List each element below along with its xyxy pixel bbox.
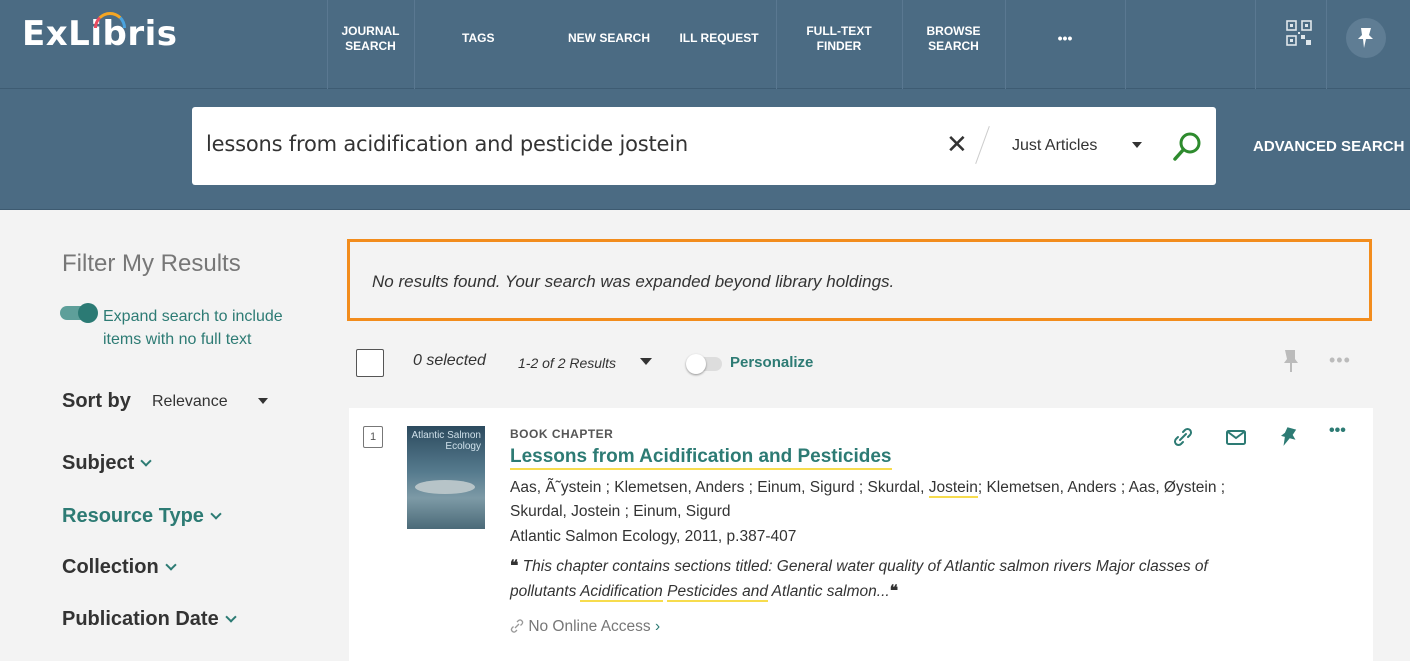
facet-publication-date[interactable]: Publication Date	[62, 608, 237, 631]
search-scope-select[interactable]: Just Articles	[1012, 137, 1097, 155]
nav-journal-search[interactable]: JOURNAL SEARCH	[327, 0, 414, 89]
nav-divider	[1125, 0, 1126, 89]
nav-new-search[interactable]: NEW SEARCH	[556, 0, 662, 89]
toggle-knob	[78, 303, 98, 323]
select-all-checkbox[interactable]	[356, 349, 384, 377]
nav-ill-request[interactable]: ILL REQUEST	[662, 0, 776, 89]
pin-icon	[1358, 28, 1373, 48]
search-icon[interactable]	[1172, 131, 1202, 163]
toggle-knob	[686, 354, 706, 374]
more-options-icon[interactable]: •••	[1329, 350, 1351, 371]
result-source: Atlantic Salmon Ecology, 2011, p.387-407	[510, 528, 797, 545]
filter-title: Filter My Results	[62, 250, 241, 277]
facet-collection[interactable]: Collection	[62, 556, 177, 579]
search-divider	[975, 126, 990, 164]
nav-full-text-finder[interactable]: FULL-TEXT FINDER	[776, 0, 902, 89]
resource-type-label: BOOK CHAPTER	[510, 427, 614, 441]
personalize-toggle[interactable]	[686, 354, 722, 374]
qr-code-icon[interactable]	[1286, 20, 1312, 46]
expand-search-toggle[interactable]	[60, 303, 98, 323]
book-cover-thumbnail[interactable]: Atlantic Salmon Ecology	[407, 426, 485, 529]
sort-by-label: Sort by	[62, 390, 131, 412]
no-results-notice: No results found. Your search was expand…	[347, 239, 1372, 321]
chevron-down-icon	[225, 611, 237, 623]
caret-down-icon[interactable]	[640, 358, 652, 365]
chevron-down-icon	[140, 455, 152, 467]
results-count[interactable]: 1-2 of 2 Results	[518, 355, 616, 371]
personalize-label[interactable]: Personalize	[730, 354, 813, 371]
result-authors: Aas, Ã˜ystein ; Klemetsen, Anders ; Einu…	[510, 479, 1226, 520]
fish-illustration	[415, 480, 475, 494]
result-snippet: ❝ This chapter contains sections titled:…	[510, 558, 1208, 602]
expand-search-label-line2[interactable]: items with no full text	[103, 331, 252, 349]
top-navigation-bar: ExLibris JOURNAL SEARCH TAGS NEW SEARCH I…	[0, 0, 1410, 89]
email-icon[interactable]	[1225, 426, 1247, 448]
expand-search-label[interactable]: Expand search to include	[103, 304, 283, 330]
search-band: lessons from acidification and pesticide…	[0, 89, 1410, 210]
sort-select[interactable]: Relevance	[152, 393, 228, 411]
pin-icon[interactable]	[1280, 348, 1300, 374]
pin-icon[interactable]	[1278, 426, 1300, 448]
search-input[interactable]: lessons from acidification and pesticide…	[206, 132, 688, 156]
nav-more-button[interactable]: •••	[1005, 0, 1125, 89]
caret-down-icon[interactable]	[1132, 142, 1142, 148]
search-box[interactable]: lessons from acidification and pesticide…	[192, 107, 1216, 185]
result-number: 1	[363, 426, 383, 448]
facet-subject[interactable]: Subject	[62, 452, 152, 475]
pinned-items-button[interactable]	[1346, 18, 1386, 58]
permalink-icon[interactable]	[1172, 426, 1194, 448]
facet-resource-type[interactable]: Resource Type	[62, 505, 222, 528]
nav-browse-search[interactable]: BROWSE SEARCH	[902, 0, 1005, 89]
online-access-link[interactable]: No Online Access ›	[510, 618, 660, 636]
advanced-search-link[interactable]: ADVANCED SEARCH	[1253, 138, 1404, 155]
chevron-right-icon: ›	[654, 618, 661, 635]
nav-tags[interactable]: TAGS	[414, 0, 556, 89]
chevron-down-icon	[165, 559, 177, 571]
notice-text: No results found. Your search was expand…	[372, 272, 895, 291]
result-item: 1 Atlantic Salmon Ecology BOOK CHAPTER L…	[349, 408, 1373, 661]
cover-title: Atlantic Salmon Ecology	[411, 430, 481, 452]
chevron-down-icon	[210, 508, 222, 520]
exlibris-logo[interactable]: ExLibris	[22, 12, 177, 54]
caret-down-icon[interactable]	[258, 398, 268, 404]
selected-count: 0 selected	[413, 352, 486, 369]
nav-divider	[1255, 0, 1256, 89]
nav-divider	[1326, 0, 1327, 89]
clear-search-button[interactable]: ✕	[946, 129, 968, 160]
result-title-link[interactable]: Lessons from Acidification and Pesticide…	[510, 446, 892, 470]
more-options-icon[interactable]: •••	[1329, 422, 1351, 444]
link-icon	[510, 619, 524, 633]
